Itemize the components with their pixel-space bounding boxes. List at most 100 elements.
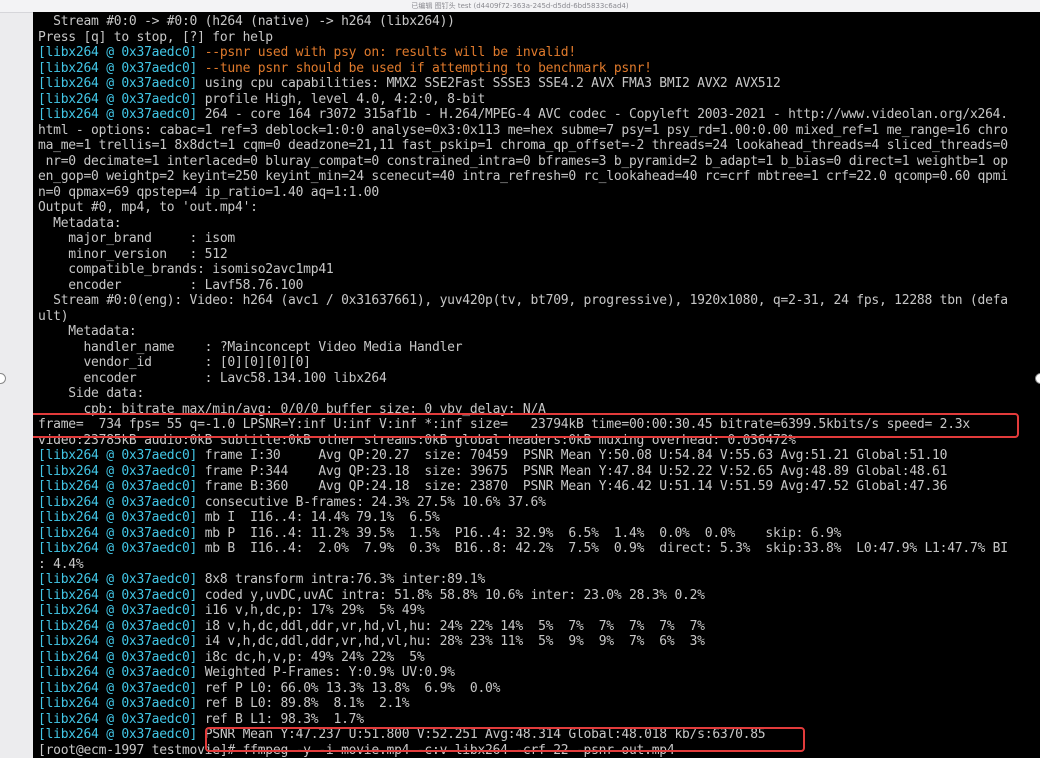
terminal-line: compatible_brands: isomiso2avc1mp41 (38, 262, 1040, 278)
terminal-line: [libx264 @ 0x37aedc0] mb B I16..4: 2.0% … (38, 541, 1040, 557)
log-prefix: [libx264 @ 0x37aedc0] (38, 711, 198, 727)
log-text: mb B I16..4: 2.0% 7.9% 0.3% B16..8: 42.2… (197, 541, 1008, 556)
terminal-line: [libx264 @ 0x37aedc0] Weighted P-Frames:… (38, 665, 1040, 681)
resize-handle-left[interactable] (0, 373, 6, 384)
terminal-line: encoder : Lavc58.134.100 libx264 (38, 371, 1040, 387)
log-text: Press [q] to stop, [?] for help (38, 29, 273, 45)
log-text: mb P I16..4: 11.2% 39.5% 1.5% P16..4: 32… (197, 525, 842, 541)
terminal-line: : 4.4% (38, 557, 1040, 573)
log-text: 264 - core 164 r3072 315af1b - H.264/MPE… (197, 107, 1008, 122)
log-prefix: [libx264 @ 0x37aedc0] (38, 541, 198, 556)
log-text: i4 v,h,dc,ddl,ddr,vr,hd,vl,hu: 28% 23% 1… (197, 634, 705, 649)
terminal-line: ult) (38, 309, 1040, 325)
log-text: vendor_id : [0][0][0][0] (38, 355, 311, 370)
log-prefix: [libx264 @ 0x37aedc0] (38, 696, 198, 711)
terminal-line: [libx264 @ 0x37aedc0] frame P:344 Avg QP… (38, 464, 1040, 480)
log-warning-text: --psnr used with psy on: results will be… (197, 45, 577, 60)
log-text: PSNR Mean Y:47.237 U:51.800 V:52.251 Avg… (197, 727, 766, 742)
log-text: Weighted P-Frames: Y:0.9% UV:0.9% (197, 665, 455, 680)
log-prefix: [libx264 @ 0x37aedc0] (38, 727, 198, 742)
log-prefix: [libx264 @ 0x37aedc0] (38, 525, 198, 541)
log-text: : 4.4% (38, 556, 84, 572)
terminal-line: vendor_id : [0][0][0][0] (38, 355, 1040, 371)
terminal-line: [libx264 @ 0x37aedc0] mb P I16..4: 11.2%… (38, 526, 1040, 542)
log-text: i8 v,h,dc,ddl,ddr,vr,hd,vl,hu: 24% 22% 1… (197, 618, 705, 634)
terminal-line: [root@ecm-1997 testmovie]# ffmpeg -y -i … (38, 743, 1040, 758)
terminal-output: Stream #0:0 -> #0:0 (h264 (native) -> h2… (38, 14, 1040, 758)
log-text: video:23785kB audio:0kB subtitle:0kB oth… (38, 432, 796, 448)
terminal-line: [libx264 @ 0x37aedc0] coded y,uvDC,uvAC … (38, 588, 1040, 604)
log-text: frame I:30 Avg QP:20.27 size: 70459 PSNR… (197, 448, 948, 463)
terminal-line: [libx264 @ 0x37aedc0] consecutive B-fram… (38, 495, 1040, 511)
terminal-line: Metadata: (38, 216, 1040, 232)
terminal-line: frame= 734 fps= 55 q=-1.0 LPSNR=Y:inf U:… (38, 417, 1040, 433)
log-text: n=0 qpmax=69 qpstep=4 ip_ratio=1.40 aq=1… (38, 184, 379, 200)
log-text: ref B L0: 89.8% 8.1% 2.1% (197, 696, 410, 711)
log-text: ref P L0: 66.0% 13.3% 13.8% 6.9% 0.0% (197, 680, 501, 696)
terminal-line: [libx264 @ 0x37aedc0] --psnr used with p… (38, 45, 1040, 61)
terminal-line: encoder : Lavf58.76.100 (38, 278, 1040, 294)
terminal-line: [libx264 @ 0x37aedc0] i4 v,h,dc,ddl,ddr,… (38, 634, 1040, 650)
log-prefix: [libx264 @ 0x37aedc0] (38, 649, 198, 665)
log-text: mb I I16..4: 14.4% 79.1% 6.5% (197, 510, 440, 525)
terminal-line: [libx264 @ 0x37aedc0] using cpu capabili… (38, 76, 1040, 92)
log-text: Side data: (38, 386, 145, 401)
log-text: ref B L1: 98.3% 1.7% (197, 711, 364, 727)
log-text: 8x8 transform intra:76.3% inter:89.1% (197, 572, 486, 587)
log-text: ult) (38, 308, 69, 324)
log-text: ma_me=1 trellis=1 8x8dct=1 cqm=0 deadzon… (38, 138, 1008, 153)
terminal-line: [libx264 @ 0x37aedc0] ref B L0: 89.8% 8.… (38, 696, 1040, 712)
terminal-line: Output #0, mp4, to 'out.mp4': (38, 200, 1040, 216)
terminal-line: en_gop=0 weightp=2 keyint=250 keyint_min… (38, 169, 1040, 185)
log-text: Stream #0:0 -> #0:0 (h264 (native) -> h2… (38, 14, 455, 29)
log-prefix: [libx264 @ 0x37aedc0] (38, 665, 198, 680)
resize-handle-right[interactable] (1035, 373, 1040, 384)
log-text: i8c dc,h,v,p: 49% 24% 22% 5% (197, 649, 425, 665)
terminal-line: [libx264 @ 0x37aedc0] profile High, leve… (38, 92, 1040, 108)
terminal-line: handler_name : ?Mainconcept Video Media … (38, 340, 1040, 356)
terminal-line: [libx264 @ 0x37aedc0] --tune psnr should… (38, 61, 1040, 77)
log-prefix: [libx264 @ 0x37aedc0] (38, 587, 198, 603)
terminal-line: Press [q] to stop, [?] for help (38, 30, 1040, 46)
log-prefix: [libx264 @ 0x37aedc0] (38, 91, 198, 107)
log-prefix: [libx264 @ 0x37aedc0] (38, 479, 198, 494)
log-prefix: [libx264 @ 0x37aedc0] (38, 76, 198, 91)
log-text: nr=0 decimate=1 interlaced=0 bluray_comp… (38, 153, 1008, 169)
log-prefix: [libx264 @ 0x37aedc0] (38, 603, 198, 618)
log-text: encoder : Lavc58.134.100 libx264 (38, 370, 387, 386)
terminal-line: ma_me=1 trellis=1 8x8dct=1 cqm=0 deadzon… (38, 138, 1040, 154)
log-text: Stream #0:0(eng): Video: h264 (avc1 / 0x… (38, 293, 1008, 308)
terminal-line: html - options: cabac=1 ref=3 deblock=1:… (38, 123, 1040, 139)
log-text: frame B:360 Avg QP:24.18 size: 23870 PSN… (197, 479, 948, 494)
log-text: frame= 734 fps= 55 q=-1.0 LPSNR=Y:inf U:… (38, 417, 970, 432)
log-text: Metadata: (38, 324, 137, 339)
log-prefix: [libx264 @ 0x37aedc0] (38, 463, 198, 479)
terminal-line: [libx264 @ 0x37aedc0] 8x8 transform intr… (38, 572, 1040, 588)
terminal-line: Metadata: (38, 324, 1040, 340)
terminal-line: Side data: (38, 386, 1040, 402)
log-prefix: [libx264 @ 0x37aedc0] (38, 572, 198, 587)
terminal-line: Stream #0:0(eng): Video: h264 (avc1 / 0x… (38, 293, 1040, 309)
terminal-line: major_brand : isom (38, 231, 1040, 247)
log-prefix: [libx264 @ 0x37aedc0] (38, 510, 198, 525)
terminal-line: [libx264 @ 0x37aedc0] i16 v,h,dc,p: 17% … (38, 603, 1040, 619)
log-prefix: [libx264 @ 0x37aedc0] (38, 494, 198, 510)
terminal-line: minor_version : 512 (38, 247, 1040, 263)
terminal-line: nr=0 decimate=1 interlaced=0 bluray_comp… (38, 154, 1040, 170)
terminal-line: Stream #0:0 -> #0:0 (h264 (native) -> h2… (38, 14, 1040, 30)
log-text: major_brand : isom (38, 231, 235, 246)
log-warning-text: --tune psnr should be used if attempting… (197, 60, 652, 76)
log-text: Metadata: (38, 215, 122, 231)
log-text: coded y,uvDC,uvAC intra: 51.8% 58.8% 10.… (197, 587, 705, 603)
log-text: minor_version : 512 (38, 246, 228, 262)
terminal-line: [libx264 @ 0x37aedc0] ref B L1: 98.3% 1.… (38, 712, 1040, 728)
log-prefix: [libx264 @ 0x37aedc0] (38, 448, 198, 463)
log-prefix: [libx264 @ 0x37aedc0] (38, 618, 198, 634)
log-text: en_gop=0 weightp=2 keyint=250 keyint_min… (38, 169, 1008, 184)
terminal-console[interactable]: Stream #0:0 -> #0:0 (h264 (native) -> h2… (33, 12, 1040, 758)
terminal-line: [libx264 @ 0x37aedc0] i8 v,h,dc,ddl,ddr,… (38, 619, 1040, 635)
log-text: profile High, level 4.0, 4:2:0, 8-bit (197, 91, 486, 107)
log-text: html - options: cabac=1 ref=3 deblock=1:… (38, 122, 1008, 138)
terminal-line: [libx264 @ 0x37aedc0] mb I I16..4: 14.4%… (38, 510, 1040, 526)
log-text: encoder : Lavf58.76.100 (38, 277, 304, 293)
